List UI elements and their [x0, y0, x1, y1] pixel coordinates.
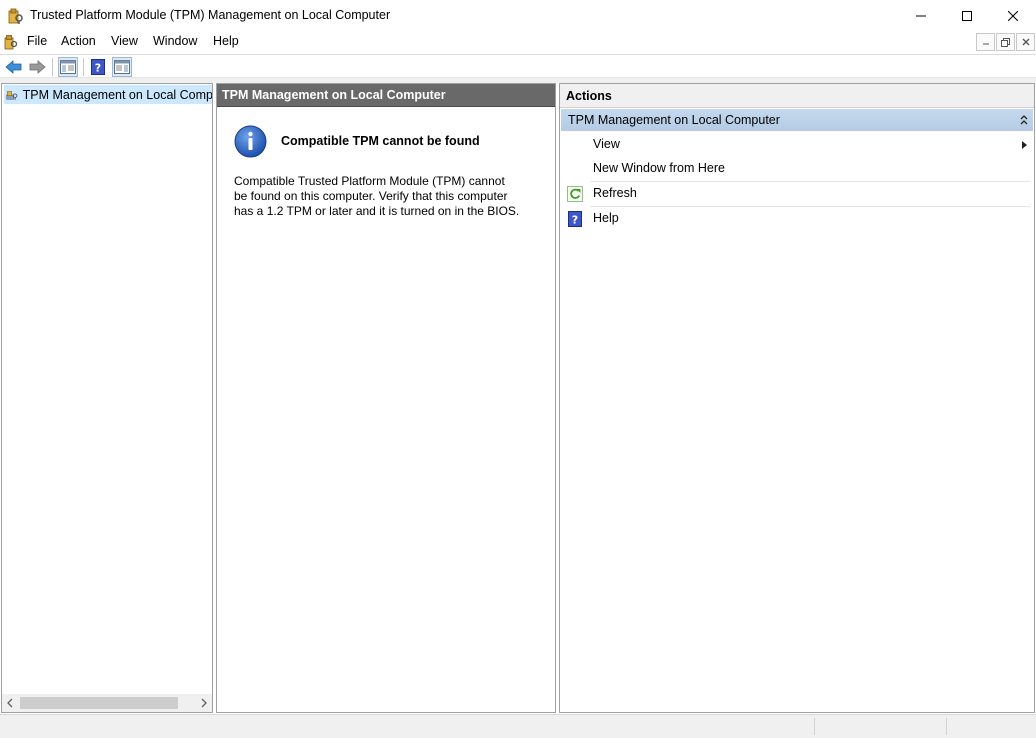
- result-pane: TPM Management on Local Computer Compati…: [216, 83, 556, 713]
- back-button[interactable]: [4, 57, 24, 77]
- actions-group-tpm-management[interactable]: TPM Management on Local Computer: [561, 109, 1033, 131]
- action-new-window[interactable]: New Window from Here: [561, 157, 1033, 181]
- action-view[interactable]: View: [561, 133, 1033, 157]
- title-bar: Trusted Platform Module (TPM) Management…: [0, 0, 1036, 31]
- toolbar: ?: [0, 54, 1036, 78]
- status-bar-separator: [814, 718, 815, 735]
- error-title: Compatible TPM cannot be found: [281, 134, 480, 148]
- console-menu-icon[interactable]: [4, 34, 18, 50]
- error-message-line: be found on this computer. Verify that t…: [234, 189, 508, 203]
- menu-file[interactable]: File: [27, 34, 47, 48]
- horizontal-scrollbar[interactable]: [2, 694, 212, 712]
- menu-action[interactable]: Action: [61, 34, 96, 48]
- status-bar: [0, 714, 1036, 738]
- result-pane-header: TPM Management on Local Computer: [217, 84, 555, 107]
- svg-text:?: ?: [95, 62, 101, 75]
- help-icon: ?: [568, 211, 582, 227]
- svg-text:?: ?: [572, 214, 578, 227]
- menu-help[interactable]: Help: [213, 34, 239, 48]
- action-refresh[interactable]: Refresh: [561, 182, 1033, 206]
- action-label: New Window from Here: [593, 161, 725, 175]
- menu-window[interactable]: Window: [153, 34, 197, 48]
- restore-icon: [1001, 37, 1010, 47]
- scroll-left-icon[interactable]: [6, 697, 14, 709]
- minimize-icon: [982, 43, 989, 45]
- submenu-arrow-icon: [1022, 141, 1027, 149]
- maximize-icon: [962, 10, 972, 21]
- forward-arrow-icon: [29, 60, 46, 74]
- help-icon: ?: [91, 59, 105, 75]
- action-label: View: [593, 137, 620, 151]
- show-hide-action-pane-button[interactable]: [112, 57, 132, 77]
- scroll-right-icon[interactable]: [200, 697, 208, 709]
- maximize-button[interactable]: [944, 0, 990, 31]
- close-icon: [1022, 38, 1029, 46]
- actions-pane: Actions TPM Management on Local Computer…: [559, 83, 1035, 713]
- tree-item-tpm-management[interactable]: TPM Management on Local Comp: [4, 85, 213, 104]
- minimize-icon: [916, 15, 926, 16]
- toolbar-separator: [52, 58, 53, 76]
- info-icon: [234, 125, 267, 158]
- mdi-restore-button[interactable]: [996, 33, 1015, 51]
- toolbar-separator: [83, 58, 84, 76]
- action-help[interactable]: ? Help: [561, 207, 1033, 231]
- close-icon: [1008, 10, 1018, 21]
- error-message-line: Compatible Trusted Platform Module (TPM)…: [234, 174, 505, 188]
- mdi-close-button[interactable]: [1016, 33, 1035, 51]
- mdi-window-controls: [975, 33, 1035, 51]
- mdi-minimize-button[interactable]: [976, 33, 995, 51]
- actions-group-label: TPM Management on Local Computer: [568, 113, 780, 127]
- action-label: Refresh: [593, 186, 637, 200]
- action-label: Help: [593, 211, 619, 225]
- close-button[interactable]: [990, 0, 1036, 31]
- help-button[interactable]: ?: [88, 57, 108, 77]
- error-message-line: has a 1.2 TPM or later and it is turned …: [234, 204, 520, 218]
- collapse-up-icon[interactable]: [1019, 114, 1029, 126]
- show-hide-console-tree-icon: [60, 60, 76, 74]
- tpm-snapin-icon: [6, 90, 18, 100]
- refresh-icon: [567, 186, 583, 202]
- forward-button[interactable]: [27, 57, 47, 77]
- show-hide-action-pane-icon: [114, 60, 130, 74]
- console-tree-pane: TPM Management on Local Comp: [1, 83, 213, 713]
- status-bar-separator: [946, 718, 947, 735]
- error-message: Compatible Trusted Platform Module (TPM)…: [234, 174, 524, 219]
- back-arrow-icon: [5, 60, 22, 74]
- minimize-button[interactable]: [898, 0, 944, 31]
- tpm-key-icon: [8, 8, 23, 24]
- show-hide-console-tree-button[interactable]: [58, 57, 78, 77]
- menu-bar: File Action View Window Help: [0, 31, 1036, 53]
- actions-pane-header: Actions: [560, 84, 1034, 108]
- window-title: Trusted Platform Module (TPM) Management…: [30, 8, 391, 22]
- scrollbar-thumb[interactable]: [20, 697, 178, 709]
- menu-view[interactable]: View: [111, 34, 138, 48]
- tree-item-label: TPM Management on Local Comp: [22, 87, 213, 102]
